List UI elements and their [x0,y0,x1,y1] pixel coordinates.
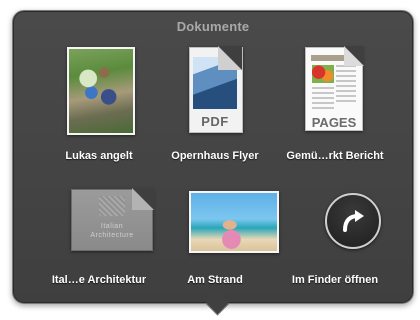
pages-document-icon[interactable]: PAGES [305,46,364,131]
pdf-document-icon[interactable]: PDF [189,46,243,133]
item-label: Ital…e Architektur [51,274,147,286]
document-caption: Italian Architecture [90,223,134,239]
popup-pointer [205,291,230,316]
pdf-tag: PDF [201,114,229,129]
photo-thumbnail[interactable] [67,47,135,135]
presentation-document-icon[interactable]: Italian Architecture [71,188,154,251]
item-label: Am Strand [187,274,243,286]
item-label: Im Finder öffnen [291,274,379,286]
curved-arrow-icon[interactable] [325,193,381,249]
stack-popup: Dokumente Lukas angelt Opernhaus Flyer P… [12,10,414,316]
beach-photo-thumbnail[interactable] [189,191,279,253]
pages-tag: PAGES [311,115,357,130]
